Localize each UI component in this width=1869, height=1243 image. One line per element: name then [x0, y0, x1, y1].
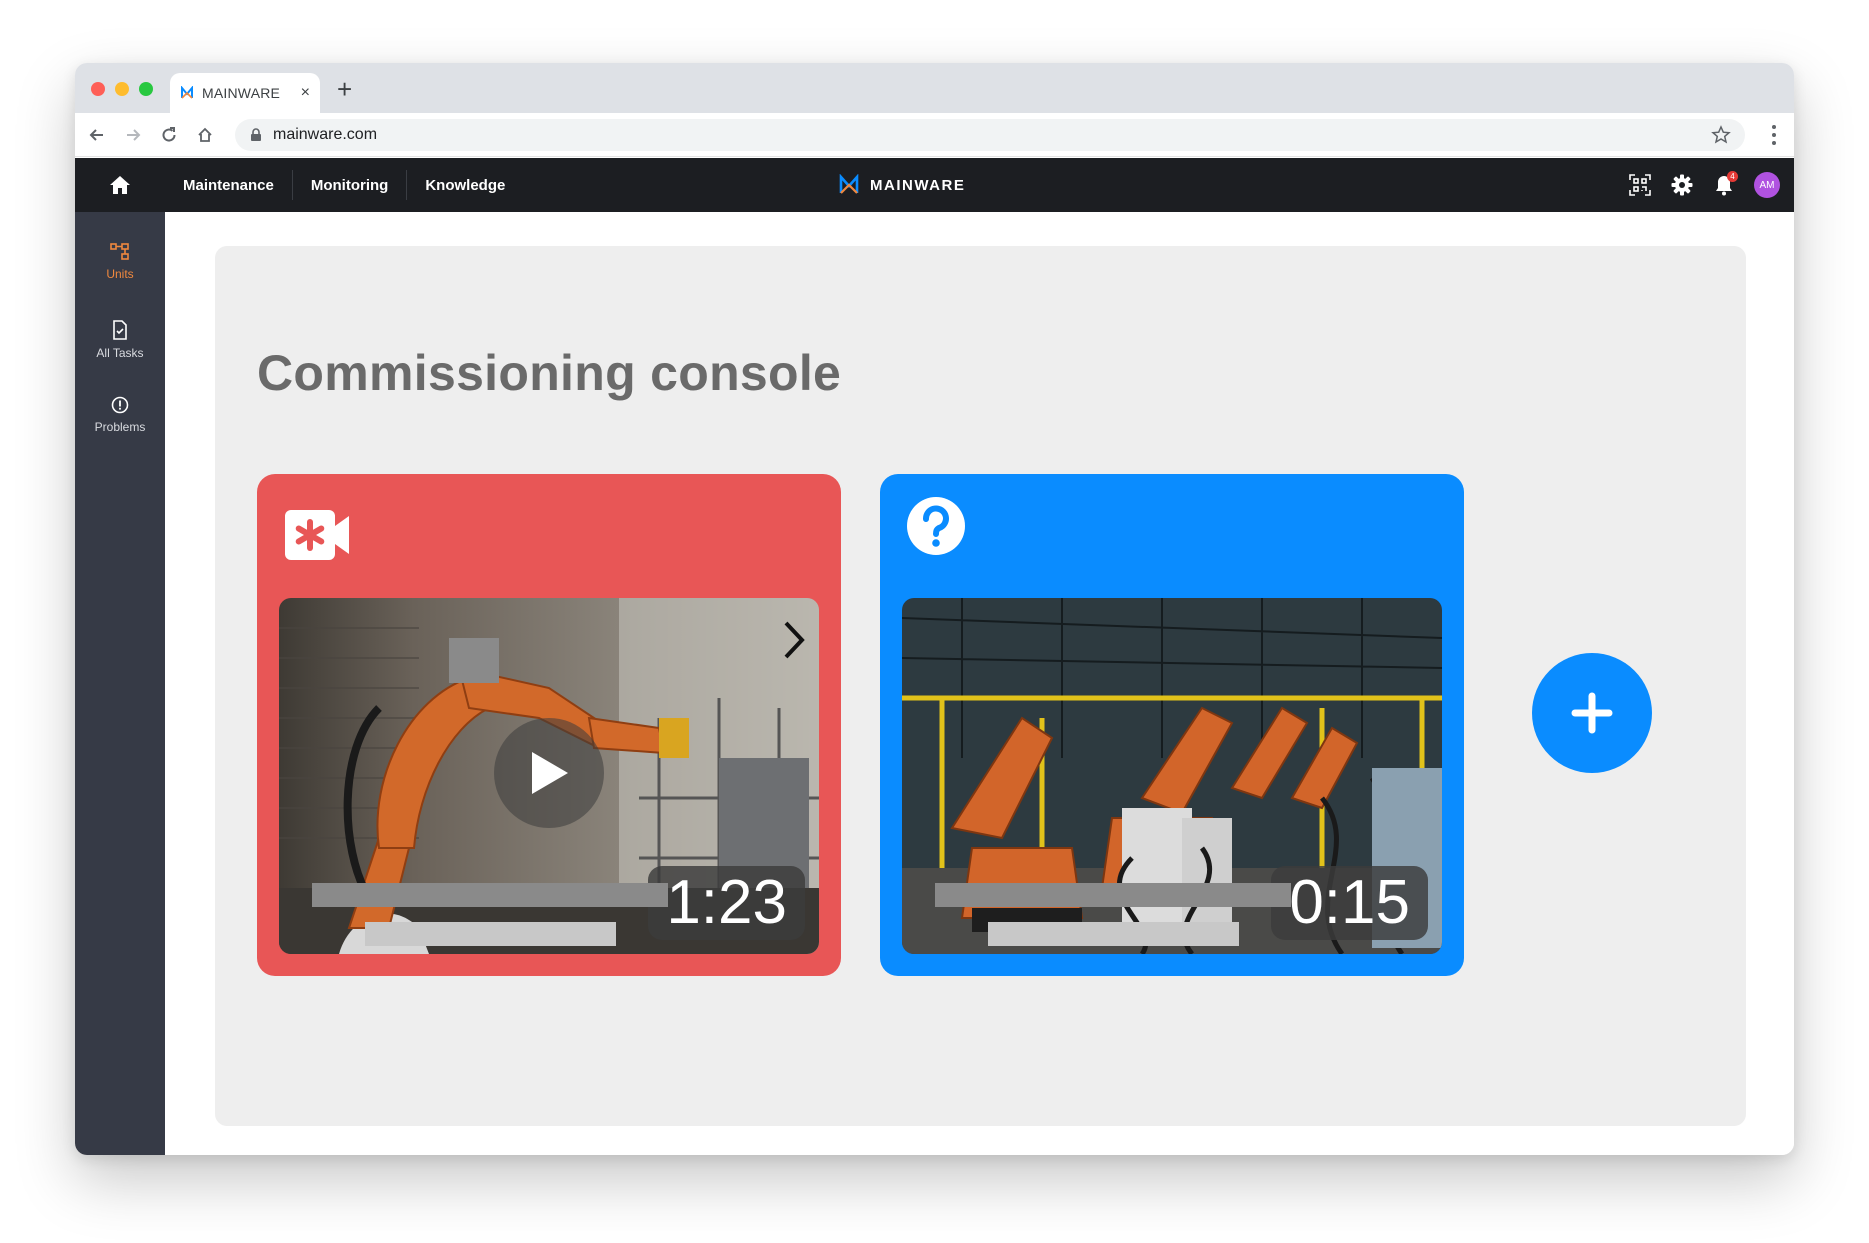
video-record-icon — [285, 508, 351, 567]
tab-title: MAINWARE — [202, 85, 281, 101]
lock-icon — [249, 128, 263, 142]
browser-toolbar: mainware.com — [75, 113, 1794, 157]
sidebar-item-label: Units — [106, 267, 134, 281]
brand-name: MAINWARE — [870, 176, 966, 194]
caption-title-placeholder — [312, 883, 668, 907]
main-menu: Maintenance Monitoring Knowledge — [165, 158, 523, 212]
forward-arrow-icon[interactable] — [121, 123, 145, 147]
mainware-logo-icon — [839, 174, 859, 194]
caption-title-placeholder — [935, 883, 1291, 907]
minimize-window-button[interactable] — [115, 82, 129, 96]
app-header: Maintenance Monitoring Knowledge MAINWAR… — [75, 158, 1794, 212]
settings-gear-icon[interactable] — [1670, 173, 1694, 197]
brand-logo[interactable]: MAINWARE — [838, 158, 965, 212]
notification-badge: 4 — [1727, 171, 1738, 182]
close-window-button[interactable] — [91, 82, 105, 96]
bookmark-star-icon[interactable] — [1711, 125, 1731, 145]
home-icon[interactable] — [193, 123, 217, 147]
task-file-icon — [113, 320, 127, 340]
caption-subtitle-placeholder — [365, 922, 616, 946]
caption-subtitle-placeholder — [988, 922, 1239, 946]
maximize-window-button[interactable] — [139, 82, 153, 96]
header-actions: 4 AM — [1628, 158, 1780, 212]
back-arrow-icon[interactable] — [85, 123, 109, 147]
plus-icon — [1571, 692, 1613, 734]
console-panel: Commissioning console 1:23 0:15 — [215, 246, 1746, 1126]
play-icon — [532, 752, 568, 794]
home-icon — [110, 176, 130, 194]
sidebar-item-problems[interactable]: Problems — [75, 387, 165, 443]
sidebar-item-label: Problems — [94, 420, 146, 434]
play-button[interactable] — [494, 718, 604, 828]
menu-item-maintenance[interactable]: Maintenance — [165, 170, 292, 200]
reload-icon[interactable] — [157, 123, 181, 147]
qr-scan-icon[interactable] — [1628, 173, 1652, 197]
video-duration: 1:23 — [648, 866, 805, 940]
add-item-button[interactable] — [1532, 653, 1652, 773]
app-home-button[interactable] — [75, 158, 165, 212]
chevron-right-icon[interactable] — [783, 620, 805, 665]
address-bar[interactable]: mainware.com — [235, 119, 1745, 151]
question-icon — [906, 496, 966, 561]
tab-strip: MAINWARE × + — [75, 63, 1794, 113]
browser-tab[interactable]: MAINWARE × — [170, 73, 320, 113]
page-title: Commissioning console — [257, 345, 842, 401]
video-duration: 0:15 — [1271, 866, 1428, 940]
user-avatar[interactable]: AM — [1754, 172, 1780, 198]
sidebar: Units All Tasks Problems — [75, 212, 165, 1155]
browser-menu-icon[interactable] — [1772, 125, 1778, 145]
tab-close-icon[interactable]: × — [301, 85, 310, 101]
browser-window: MAINWARE × + mainware.com Maintenance Mo… — [75, 63, 1794, 1155]
units-icon — [110, 243, 129, 260]
menu-item-knowledge[interactable]: Knowledge — [407, 170, 523, 200]
url-text: mainware.com — [273, 126, 378, 143]
sidebar-item-units[interactable]: Units — [75, 234, 165, 290]
menu-item-monitoring[interactable]: Monitoring — [293, 170, 406, 200]
alert-circle-icon — [111, 396, 129, 414]
sidebar-item-all-tasks[interactable]: All Tasks — [75, 312, 165, 368]
new-tab-button[interactable]: + — [337, 76, 352, 102]
notification-bell-icon[interactable]: 4 — [1712, 171, 1738, 197]
sidebar-item-label: All Tasks — [96, 346, 144, 360]
main-content: Commissioning console 1:23 0:15 — [165, 212, 1794, 1155]
mainware-favicon-icon — [180, 86, 194, 100]
